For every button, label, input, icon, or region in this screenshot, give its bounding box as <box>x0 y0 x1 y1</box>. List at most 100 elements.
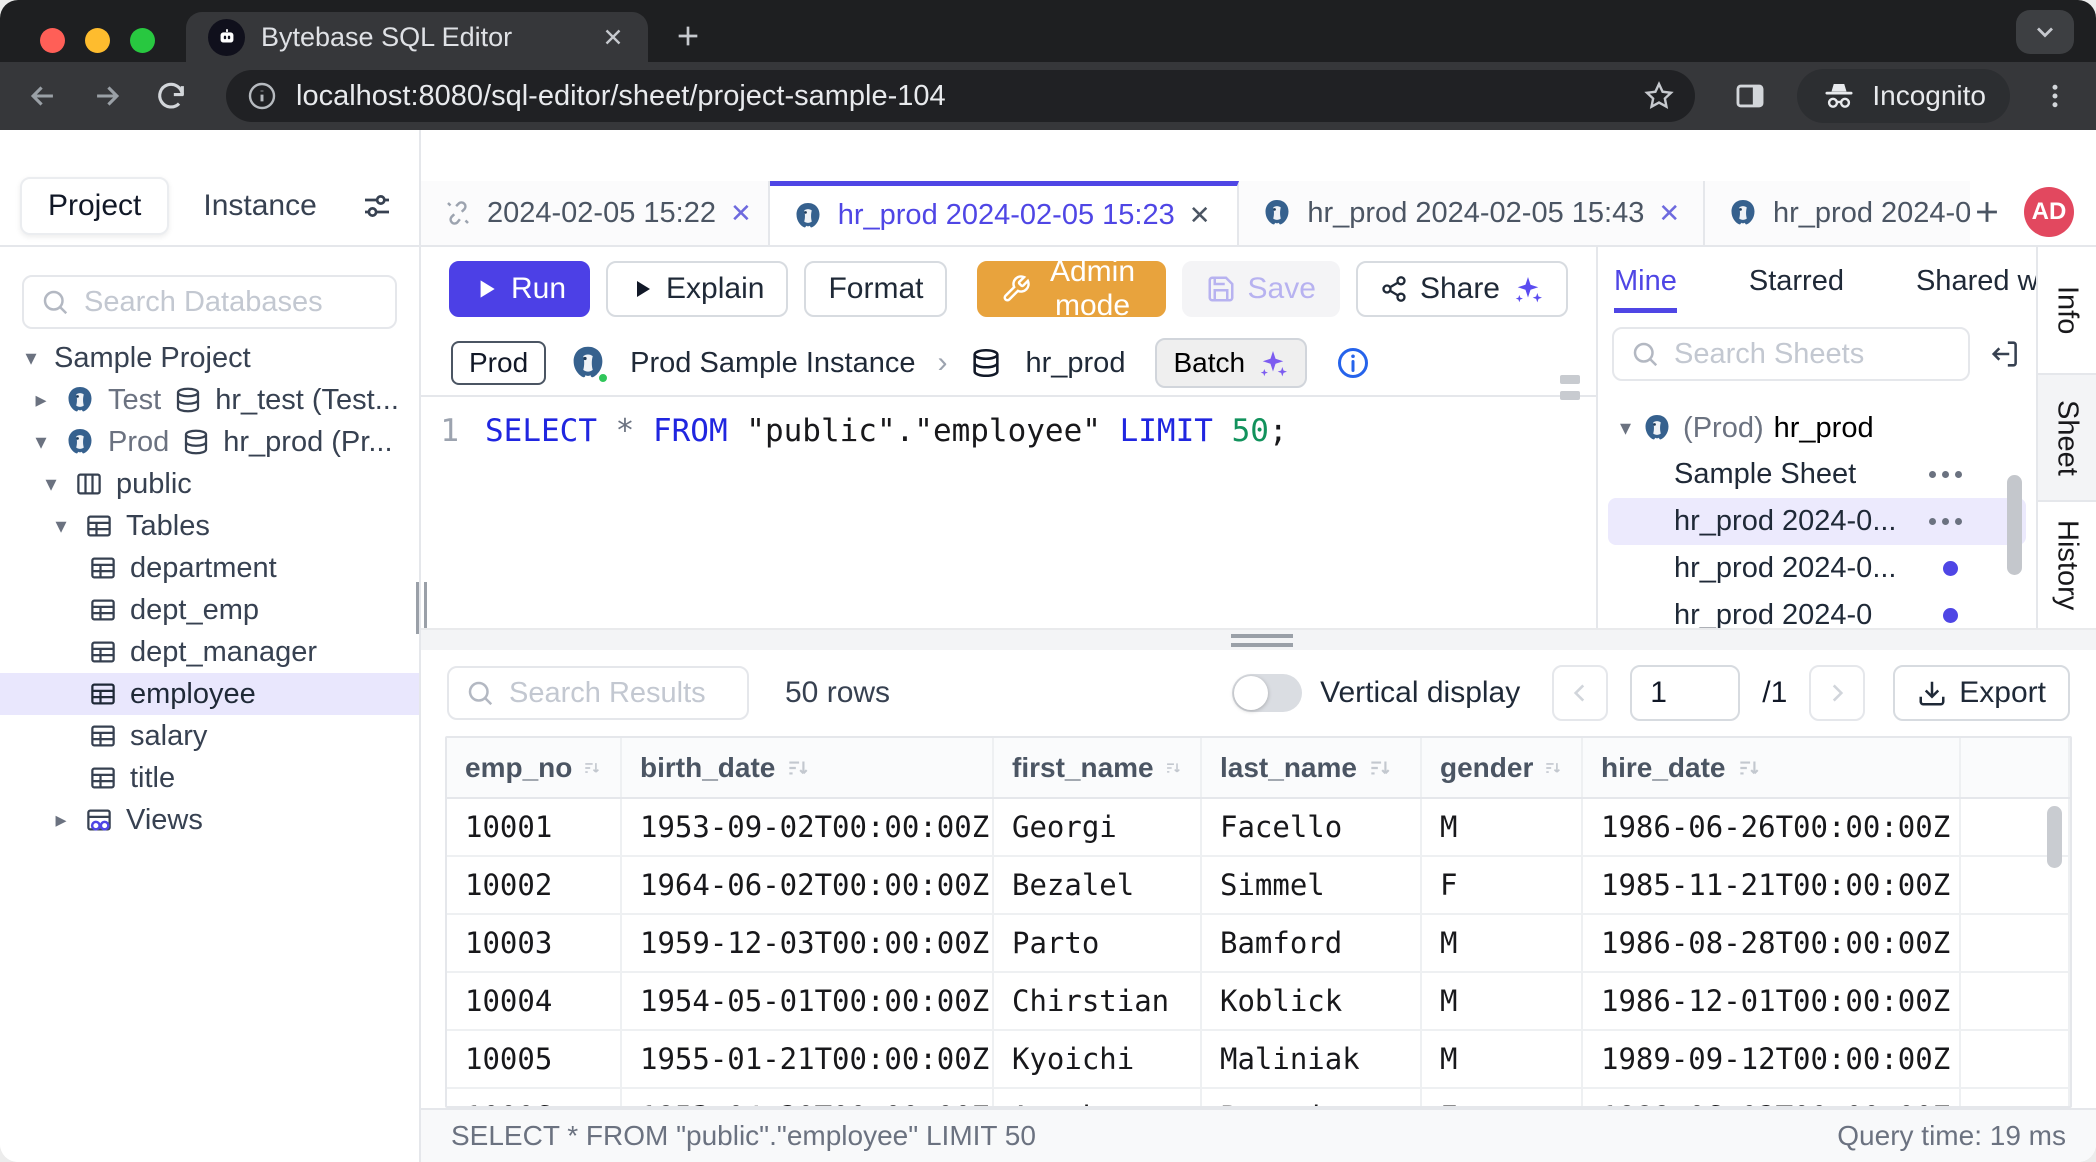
grid-cell[interactable]: 10001 <box>447 798 621 856</box>
caret-down-icon[interactable]: ▾ <box>30 429 52 455</box>
grid-cell[interactable]: Bamford <box>1201 914 1421 972</box>
grid-cell[interactable]: M <box>1421 1030 1582 1088</box>
column-header-first-name[interactable]: first_name <box>993 738 1201 798</box>
reload-icon[interactable] <box>154 79 188 113</box>
grid-cell[interactable]: 1986-12-01T00:00:00Z <box>1582 972 1960 1030</box>
grid-cell[interactable]: 1959-12-03T00:00:00Z <box>621 914 993 972</box>
grid-cell[interactable]: 10004 <box>447 972 621 1030</box>
prev-page-button[interactable] <box>1552 665 1608 721</box>
grid-cell[interactable]: Maliniak <box>1201 1030 1421 1088</box>
tree-item-table-dept-emp[interactable]: dept_emp <box>0 589 419 631</box>
grid-cell[interactable]: 10006 <box>447 1088 621 1108</box>
sheet-tab-1[interactable]: 2024-02-05 15:22 ✕ <box>421 181 770 245</box>
admin-mode-button[interactable]: Admin mode <box>977 261 1165 317</box>
grid-cell[interactable]: M <box>1421 798 1582 856</box>
grid-cell[interactable]: 1985-11-21T00:00:00Z <box>1582 856 1960 914</box>
close-sheet-icon[interactable]: ✕ <box>1658 198 1680 229</box>
sheet-item-unsaved-1[interactable]: hr_prod 2024-0... <box>1598 545 2036 592</box>
browser-menu-icon[interactable] <box>2040 79 2070 113</box>
caret-down-icon[interactable]: ▾ <box>50 513 72 539</box>
page-input[interactable] <box>1630 665 1740 721</box>
grid-cell[interactable]: F <box>1421 1088 1582 1108</box>
tree-item-prod-db[interactable]: ▾ Prod hr_prod (Pr... <box>0 421 419 463</box>
caret-right-icon[interactable]: ▸ <box>30 387 52 413</box>
grid-cell[interactable]: 1989-09-12T00:00:00Z <box>1582 1030 1960 1088</box>
tree-item-tables-group[interactable]: ▾ Tables <box>0 505 419 547</box>
grid-cell[interactable]: Kyoichi <box>993 1030 1201 1088</box>
caret-right-icon[interactable]: ▸ <box>50 807 72 833</box>
new-tab-button[interactable] <box>672 20 704 52</box>
close-window-button[interactable] <box>40 28 65 53</box>
url-bar[interactable]: localhost:8080/sql-editor/sheet/project-… <box>226 70 1695 122</box>
save-button[interactable]: Save <box>1182 261 1340 317</box>
export-button[interactable]: Export <box>1893 665 2070 721</box>
sheet-item-unsaved-2[interactable]: hr_prod 2024-0 <box>1598 592 2036 628</box>
tab-starred[interactable]: Starred <box>1749 265 1844 313</box>
grid-cell[interactable]: 1955-01-21T00:00:00Z <box>621 1030 993 1088</box>
tree-item-schema-public[interactable]: ▾ public <box>0 463 419 505</box>
tab-history[interactable]: History <box>2038 502 2096 628</box>
vertical-display-toggle[interactable] <box>1232 674 1302 712</box>
sheets-scrollbar[interactable] <box>2007 475 2022 575</box>
grid-cell[interactable]: 1986-08-28T00:00:00Z <box>1582 914 1960 972</box>
close-sheet-icon[interactable]: ✕ <box>730 198 752 229</box>
tree-item-test-db[interactable]: ▸ Test hr_test (Test... <box>0 379 419 421</box>
back-icon[interactable] <box>26 79 60 113</box>
grid-cell[interactable]: M <box>1421 914 1582 972</box>
site-info-icon[interactable] <box>246 80 278 112</box>
tab-search-button[interactable] <box>2016 10 2074 54</box>
grid-cell[interactable]: M <box>1421 972 1582 1030</box>
database-search-input[interactable] <box>84 286 379 319</box>
column-header-gender[interactable]: gender <box>1421 738 1582 798</box>
browser-tab[interactable]: Bytebase SQL Editor <box>186 12 648 62</box>
column-header-hire-date[interactable]: hire_date <box>1582 738 1960 798</box>
sheet-tab-4[interactable]: hr_prod 2024-0 <box>1705 181 1970 245</box>
grid-cell[interactable]: Koblick <box>1201 972 1421 1030</box>
grid-cell[interactable]: Chirstian <box>993 972 1201 1030</box>
tab-project[interactable]: Project <box>20 177 169 235</box>
close-tab-icon[interactable] <box>600 24 626 50</box>
grid-cell[interactable]: 1954-05-01T00:00:00Z <box>621 972 993 1030</box>
instance-name[interactable]: Prod Sample Instance <box>630 347 915 380</box>
splitter-grip[interactable] <box>1231 634 1293 652</box>
database-name[interactable]: hr_prod <box>1025 347 1125 380</box>
editor-scrollbar[interactable] <box>1560 375 1580 407</box>
database-search[interactable] <box>22 275 397 329</box>
tree-item-table-employee[interactable]: employee <box>0 673 419 715</box>
sort-icon[interactable] <box>1736 755 1762 781</box>
grid-cell[interactable]: Parto <box>993 914 1201 972</box>
grid-cell[interactable]: Simmel <box>1201 856 1421 914</box>
sql-code-editor[interactable]: 1 SELECT * FROM "public"."employee" LIMI… <box>421 397 1596 628</box>
sort-icon[interactable] <box>1543 755 1563 781</box>
minimize-window-button[interactable] <box>85 28 110 53</box>
bookmark-star-icon[interactable] <box>1643 80 1675 112</box>
format-button[interactable]: Format <box>804 261 947 317</box>
results-splitter[interactable] <box>421 628 2096 650</box>
grid-cell[interactable]: Bezalel <box>993 856 1201 914</box>
more-actions-icon[interactable] <box>1929 518 1962 525</box>
grid-cell[interactable]: 10003 <box>447 914 621 972</box>
close-sheet-icon[interactable]: ✕ <box>1189 200 1211 231</box>
tab-instance[interactable]: Instance <box>177 179 342 233</box>
sheets-search[interactable] <box>1612 327 1970 381</box>
sheet-item-selected[interactable]: hr_prod 2024-0... <box>1608 498 2026 545</box>
grid-cell[interactable]: F <box>1421 856 1582 914</box>
caret-down-icon[interactable]: ▾ <box>40 471 62 497</box>
tree-item-table-dept-manager[interactable]: dept_manager <box>0 631 419 673</box>
grid-cell[interactable]: Georgi <box>993 798 1201 856</box>
grid-cell[interactable]: 10005 <box>447 1030 621 1088</box>
sheet-tab-2-active[interactable]: hr_prod 2024-02-05 15:23 ✕ <box>770 181 1240 245</box>
tab-info[interactable]: Info <box>2038 247 2096 373</box>
tree-item-table-title[interactable]: title <box>0 757 419 799</box>
run-button[interactable]: Run <box>449 261 590 317</box>
results-search-input[interactable] <box>509 677 731 710</box>
column-header-last-name[interactable]: last_name <box>1201 738 1421 798</box>
grid-cell[interactable]: 1986-06-26T00:00:00Z <box>1582 798 1960 856</box>
grid-cell[interactable]: 1989-06-02T00:00:00Z <box>1582 1088 1960 1108</box>
tree-item-project[interactable]: ▾ Sample Project <box>0 337 419 379</box>
sheet-tab-3[interactable]: hr_prod 2024-02-05 15:43 ✕ <box>1239 181 1705 245</box>
maximize-window-button[interactable] <box>130 28 155 53</box>
filter-settings-icon[interactable] <box>359 188 395 224</box>
grid-cell[interactable]: 1953-04-20T00:00:00Z <box>621 1088 993 1108</box>
tab-sheet[interactable]: Sheet <box>2038 373 2096 503</box>
